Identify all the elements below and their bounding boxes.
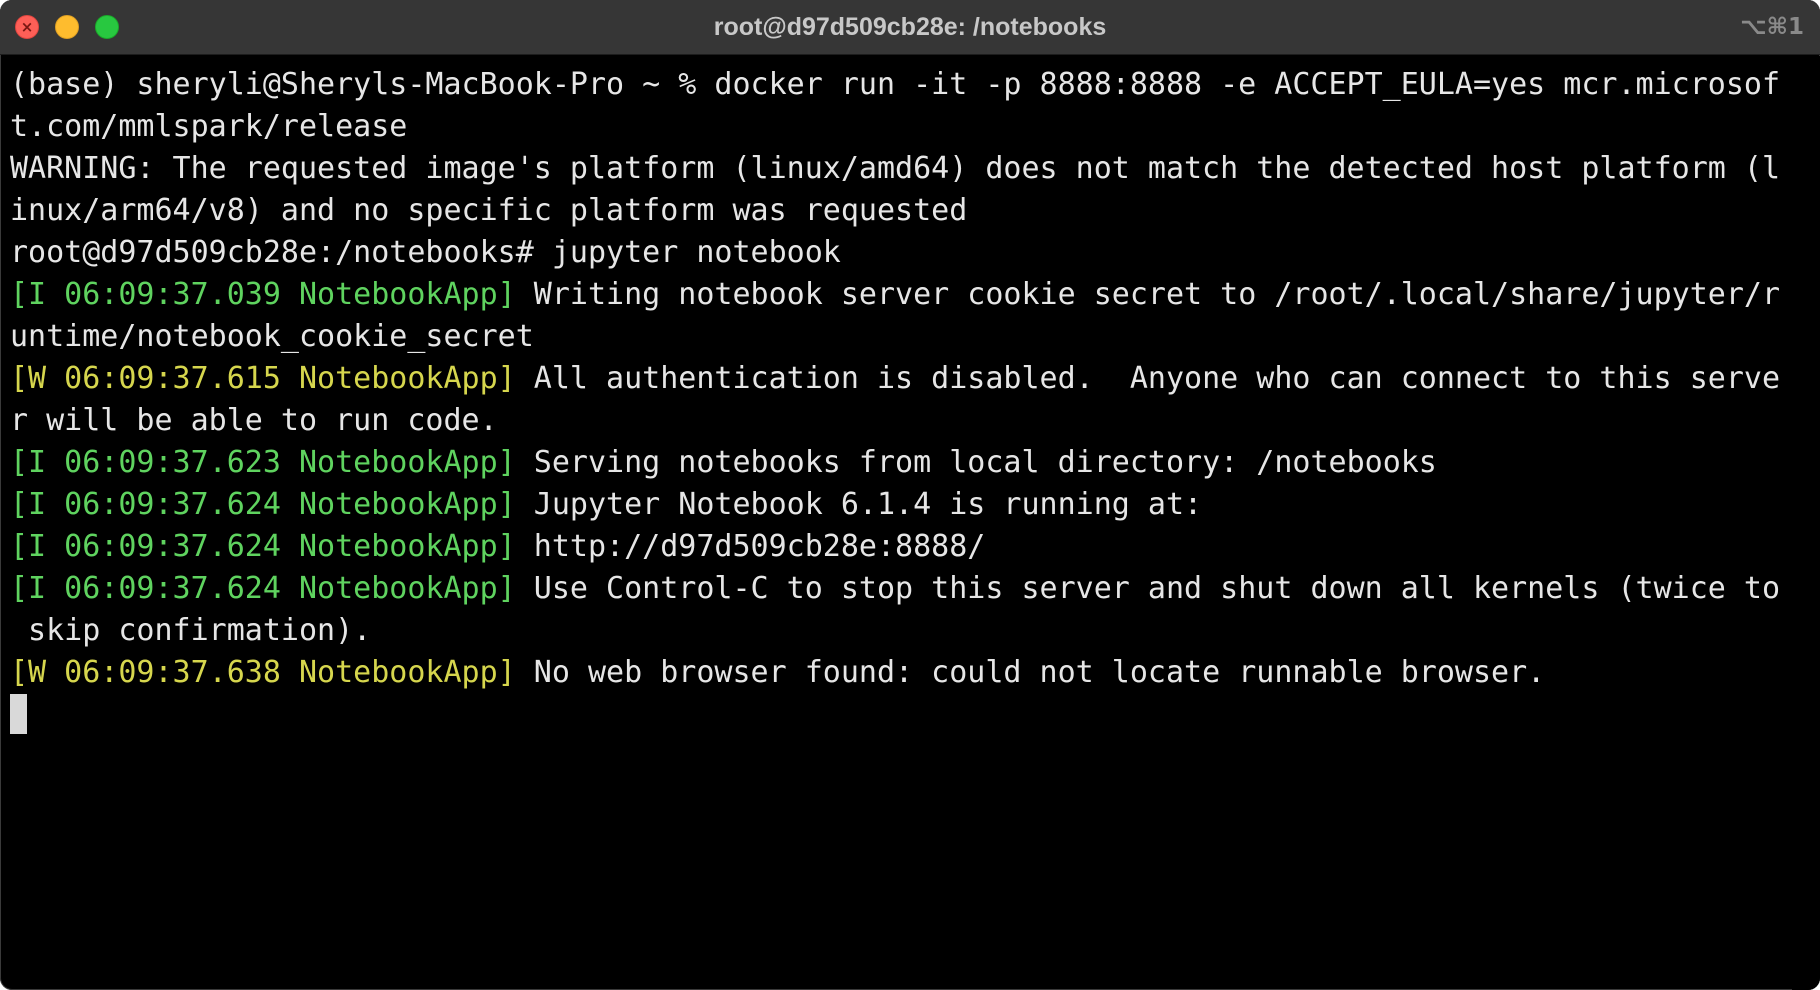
terminal-line: [I 06:09:37.623 NotebookApp] Serving not…: [10, 442, 1786, 484]
terminal-line: [I 06:09:37.039 NotebookApp] Writing not…: [10, 274, 1786, 316]
line-text: Writing notebook server cookie secret to…: [515, 277, 1781, 312]
log-level-tag: [W 06:09:37.615 NotebookApp]: [10, 361, 516, 396]
line-text: inux/arm64/v8) and no specific platform …: [10, 193, 968, 228]
terminal-line: [I 06:09:37.624 NotebookApp] http://d97d…: [10, 526, 1786, 568]
terminal-line: inux/arm64/v8) and no specific platform …: [10, 190, 1786, 232]
text-cursor: [10, 694, 27, 734]
line-text: untime/notebook_cookie_secret: [10, 319, 534, 354]
log-level-tag: [I 06:09:37.623 NotebookApp]: [10, 445, 516, 480]
line-text: skip confirmation).: [10, 613, 372, 648]
line-text: r will be able to run code.: [10, 403, 498, 438]
log-level-tag: [I 06:09:37.624 NotebookApp]: [10, 571, 516, 606]
terminal-line: [W 06:09:37.638 NotebookApp] No web brow…: [10, 652, 1786, 694]
terminal-line: [W 06:09:37.615 NotebookApp] All authent…: [10, 358, 1786, 400]
log-level-tag: [I 06:09:37.039 NotebookApp]: [10, 277, 516, 312]
line-text: t.com/mmlspark/release: [10, 109, 408, 144]
line-text: All authentication is disabled. Anyone w…: [515, 361, 1781, 396]
line-text: WARNING: The requested image's platform …: [10, 151, 1781, 186]
terminal-line: r will be able to run code.: [10, 400, 1786, 442]
line-text: Serving notebooks from local directory: …: [515, 445, 1437, 480]
terminal-line: t.com/mmlspark/release: [10, 106, 1786, 148]
terminal-line: [I 06:09:37.624 NotebookApp] Use Control…: [10, 568, 1786, 610]
line-text: root@d97d509cb28e:/notebooks# jupyter no…: [10, 235, 841, 270]
title-bar[interactable]: × root@d97d509cb28e: /notebooks ⌥⌘1: [0, 0, 1820, 55]
line-text: Jupyter Notebook 6.1.4 is running at:: [515, 487, 1203, 522]
window-shortcut-label: ⌥⌘1: [1740, 14, 1804, 40]
window-title: root@d97d509cb28e: /notebooks: [713, 13, 1107, 41]
terminal-line: (base) sheryli@Sheryls-MacBook-Pro ~ % d…: [10, 64, 1786, 106]
log-level-tag: [I 06:09:37.624 NotebookApp]: [10, 529, 516, 564]
line-text: (base) sheryli@Sheryls-MacBook-Pro ~ % d…: [10, 67, 1781, 102]
terminal-cursor-line: [10, 694, 1786, 736]
log-level-tag: [W 06:09:37.638 NotebookApp]: [10, 655, 516, 690]
terminal-line: untime/notebook_cookie_secret: [10, 316, 1786, 358]
terminal-line: WARNING: The requested image's platform …: [10, 148, 1786, 190]
terminal-output[interactable]: (base) sheryli@Sheryls-MacBook-Pro ~ % d…: [10, 64, 1786, 980]
line-text: Use Control-C to stop this server and sh…: [515, 571, 1781, 606]
line-text: No web browser found: could not locate r…: [515, 655, 1546, 690]
scrollbar[interactable]: [1792, 56, 1820, 990]
log-level-tag: [I 06:09:37.624 NotebookApp]: [10, 487, 516, 522]
terminal-line: root@d97d509cb28e:/notebooks# jupyter no…: [10, 232, 1786, 274]
terminal-window: × root@d97d509cb28e: /notebooks ⌥⌘1 (bas…: [0, 0, 1820, 990]
server-url-link[interactable]: http://d97d509cb28e:8888/: [516, 529, 986, 564]
terminal-line: [I 06:09:37.624 NotebookApp] Jupyter Not…: [10, 484, 1786, 526]
terminal-line: skip confirmation).: [10, 610, 1786, 652]
